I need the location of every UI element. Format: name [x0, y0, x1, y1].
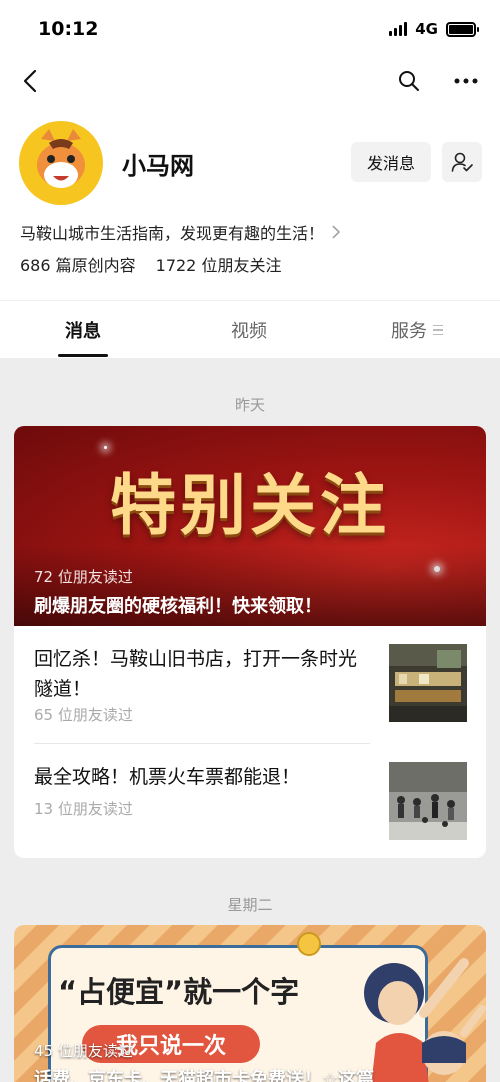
- article-read-count: 65 位朋友读过: [34, 706, 133, 724]
- article-group-card: 特别关注 72 位朋友读过 刷爆朋友圈的硬核福利！快来领取！ 回忆杀！马鞍山旧书…: [14, 426, 486, 858]
- featured-article-title: 话费、京东卡、天猫超市卡免费送！☆这篇: [34, 1069, 375, 1082]
- battery-icon: [446, 21, 479, 37]
- tab-bar: 消息 视频 服务: [0, 300, 500, 358]
- bio-text: 马鞍山城市生活指南，发现更有趣的生活！: [20, 224, 325, 243]
- profile-stats: 686 篇原创内容 1722 位朋友关注: [20, 252, 281, 276]
- tab-services-label: 服务: [391, 321, 427, 342]
- nav-bar: [0, 58, 500, 104]
- signal-icon: [389, 22, 408, 36]
- featured-article[interactable]: “占便宜”就一个字 我只说一次 45 位朋友读过 话费、京东卡、天猫超市卡免费送…: [14, 925, 486, 1082]
- banner-image-text: 特别关注: [110, 467, 390, 544]
- featured-read-count: 45 位朋友读过: [34, 1042, 133, 1060]
- status-time: 10:12: [38, 18, 99, 40]
- tab-messages[interactable]: 消息: [52, 301, 114, 359]
- tab-videos[interactable]: 视频: [218, 301, 280, 359]
- back-icon[interactable]: [16, 66, 44, 96]
- banner-image-text: “占便宜”就一个字: [58, 975, 300, 1009]
- more-dots-icon[interactable]: [450, 66, 482, 96]
- search-icon[interactable]: [394, 66, 424, 96]
- followers-count: 1722 位朋友关注: [155, 256, 282, 275]
- tab-services[interactable]: 服务: [382, 301, 452, 359]
- bio[interactable]: 马鞍山城市生活指南，发现更有趣的生活！: [20, 220, 341, 244]
- date-label: 昨天: [234, 396, 265, 414]
- chevron-right-icon: [332, 225, 341, 239]
- list-item[interactable]: 最全攻略！机票火车票都能退！ 13 位朋友读过: [14, 744, 486, 858]
- menu-icon: [433, 324, 443, 336]
- send-message-button[interactable]: 发消息: [351, 142, 431, 182]
- article-title: 回忆杀！马鞍山旧书店，打开一条时光隧道！: [34, 648, 358, 700]
- featured-read-count: 72 位朋友读过: [34, 568, 133, 586]
- follow-button[interactable]: [442, 142, 482, 182]
- article-thumbnail: [389, 644, 467, 722]
- article-read-count: 13 位朋友读过: [34, 800, 133, 818]
- featured-article-title: 刷爆朋友圈的硬核福利！快来领取！: [34, 596, 322, 617]
- horse-logo-icon: [37, 129, 85, 188]
- account-name: 小马网: [122, 152, 194, 180]
- original-count: 686 篇原创内容: [20, 256, 136, 275]
- avatar[interactable]: [19, 121, 103, 205]
- profile-section: 小马网 发消息 马鞍山城市生活指南，发现更有趣的生活！ 686 篇原创内容 17…: [0, 104, 500, 300]
- network-type: 4G: [415, 20, 438, 38]
- sparkle-decoration: [104, 446, 107, 449]
- person-check-icon: [451, 152, 473, 172]
- illustration-people: [364, 958, 486, 1082]
- status-indicators: 4G: [389, 20, 479, 38]
- date-label: 星期二: [227, 896, 273, 914]
- list-item[interactable]: 回忆杀！马鞍山旧书店，打开一条时光隧道！ 65 位朋友读过: [14, 626, 486, 744]
- featured-article[interactable]: 特别关注 72 位朋友读过 刷爆朋友圈的硬核福利！快来领取！: [14, 426, 486, 626]
- status-bar: 10:12 4G: [0, 0, 500, 58]
- article-thumbnail: [389, 762, 467, 840]
- article-title: 最全攻略！机票火车票都能退！: [34, 766, 301, 788]
